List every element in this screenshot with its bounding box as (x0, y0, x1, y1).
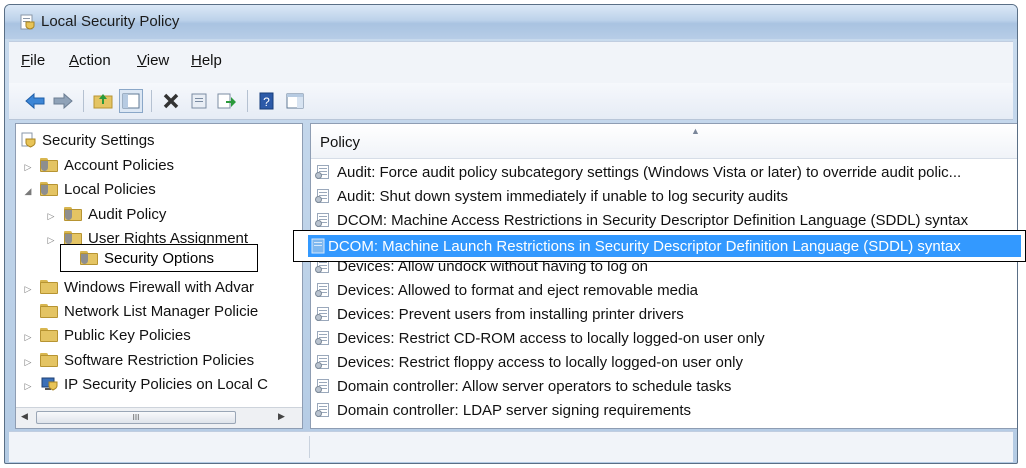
folder-icon (40, 328, 58, 342)
export-list-icon[interactable] (215, 89, 239, 113)
help-icon[interactable]: ? (255, 89, 279, 113)
policy-setting-icon (315, 402, 331, 418)
policy-list-pane[interactable]: Policy ▲ Audit: Force audit policy subca… (310, 123, 1017, 429)
tree-item-software-restriction-policies[interactable]: Software Restriction Policies (40, 348, 254, 372)
menu-action[interactable]: Action (69, 52, 111, 69)
forward-arrow-icon[interactable] (51, 89, 75, 113)
list-item[interactable]: Devices: Restrict floppy access to local… (315, 350, 743, 374)
list-item[interactable]: Domain controller: Allow server operator… (315, 374, 731, 398)
list-item[interactable]: Devices: Allowed to format and eject rem… (315, 278, 698, 302)
scroll-right-arrow-icon[interactable]: ▶ (278, 411, 285, 422)
toolbar-separator (83, 90, 84, 112)
properties-icon[interactable] (187, 89, 211, 113)
security-policy-icon (20, 14, 35, 30)
title-bar[interactable]: Local Security Policy (5, 5, 1017, 39)
status-bar (9, 431, 1013, 462)
menu-file[interactable]: File (21, 52, 45, 69)
tree-item-public-key-policies[interactable]: Public Key Policies (40, 323, 191, 347)
list-item[interactable]: Devices: Restrict CD-ROM access to local… (315, 326, 765, 350)
callout-security-options[interactable]: Security Options (60, 244, 258, 272)
collapse-arrow-icon[interactable]: ◢ (23, 186, 33, 196)
policy-setting-icon (315, 354, 331, 370)
show-hide-tree-icon[interactable] (119, 89, 143, 113)
folder-icon (40, 280, 58, 294)
policy-setting-icon (315, 330, 331, 346)
up-folder-icon[interactable] (91, 89, 115, 113)
tree-item-account-policies[interactable]: Account Policies (40, 153, 174, 177)
policy-setting-icon (315, 164, 331, 180)
tree-item-windows-firewall[interactable]: Windows Firewall with Advar (40, 275, 254, 299)
window-title: Local Security Policy (41, 13, 180, 30)
security-settings-icon (21, 132, 36, 148)
expand-arrow-icon[interactable]: ▷ (23, 357, 33, 367)
column-header-policy[interactable]: Policy ▲ (311, 124, 1017, 159)
policy-folder-icon (64, 207, 82, 221)
policy-folder-icon (40, 158, 58, 172)
back-arrow-icon[interactable] (23, 89, 47, 113)
tree-pane[interactable]: Security Settings ▷ Account Policies ◢ L… (15, 123, 303, 429)
policy-setting-icon (315, 212, 331, 228)
policy-folder-icon (80, 251, 98, 265)
tree-item-network-list-manager[interactable]: Network List Manager Policie (40, 299, 258, 323)
expand-arrow-icon[interactable]: ▷ (46, 211, 56, 221)
scrollbar-thumb[interactable]: III (36, 411, 236, 424)
policy-setting-icon (315, 282, 331, 298)
policy-setting-icon (311, 238, 325, 254)
toolbar-separator (151, 90, 152, 112)
tree-item-ip-security-policies[interactable]: IP Security Policies on Local C (40, 372, 268, 396)
delete-icon[interactable] (159, 89, 183, 113)
svg-text:?: ? (263, 95, 270, 109)
expand-arrow-icon[interactable]: ▷ (23, 284, 33, 294)
list-item[interactable]: Audit: Shut down system immediately if u… (315, 184, 788, 208)
ip-security-icon (41, 377, 58, 391)
expand-arrow-icon[interactable]: ▷ (23, 381, 33, 391)
menu-help[interactable]: Help (191, 52, 222, 69)
sort-ascending-icon: ▲ (691, 126, 700, 136)
menu-bar: File Action View Help (9, 41, 1013, 84)
toolbar-separator (247, 90, 248, 112)
tree-item-audit-policy[interactable]: Audit Policy (64, 202, 166, 226)
policy-folder-icon (40, 182, 58, 196)
callout-selected-policy[interactable]: DCOM: Machine Launch Restrictions in Sec… (293, 230, 1026, 262)
expand-arrow-icon[interactable]: ▷ (23, 162, 33, 172)
list-item[interactable]: Devices: Prevent users from installing p… (315, 302, 684, 326)
menu-view[interactable]: View (137, 52, 169, 69)
expand-arrow-icon[interactable]: ▷ (46, 235, 56, 245)
scroll-left-arrow-icon[interactable]: ◀ (21, 411, 28, 422)
tree-item-security-settings[interactable]: Security Settings (20, 128, 155, 152)
toolbar: ? (9, 83, 1013, 120)
list-item[interactable]: DCOM: Machine Access Restrictions in Sec… (315, 208, 968, 232)
policy-setting-icon (315, 378, 331, 394)
selected-list-item[interactable]: DCOM: Machine Launch Restrictions in Sec… (308, 235, 1021, 257)
status-pane (9, 436, 310, 458)
policy-setting-icon (315, 188, 331, 204)
show-action-pane-icon[interactable] (283, 89, 307, 113)
list-item[interactable]: Domain controller: LDAP server signing r… (315, 398, 691, 422)
policy-folder-icon (64, 231, 82, 245)
folder-icon (40, 304, 58, 318)
tree-item-local-policies[interactable]: Local Policies (40, 177, 156, 201)
folder-icon (40, 353, 58, 367)
policy-setting-icon (315, 306, 331, 322)
list-item[interactable]: Audit: Force audit policy subcategory se… (315, 160, 961, 184)
expand-arrow-icon[interactable]: ▷ (23, 332, 33, 342)
tree-horizontal-scrollbar[interactable]: ◀ III ▶ (16, 407, 302, 428)
